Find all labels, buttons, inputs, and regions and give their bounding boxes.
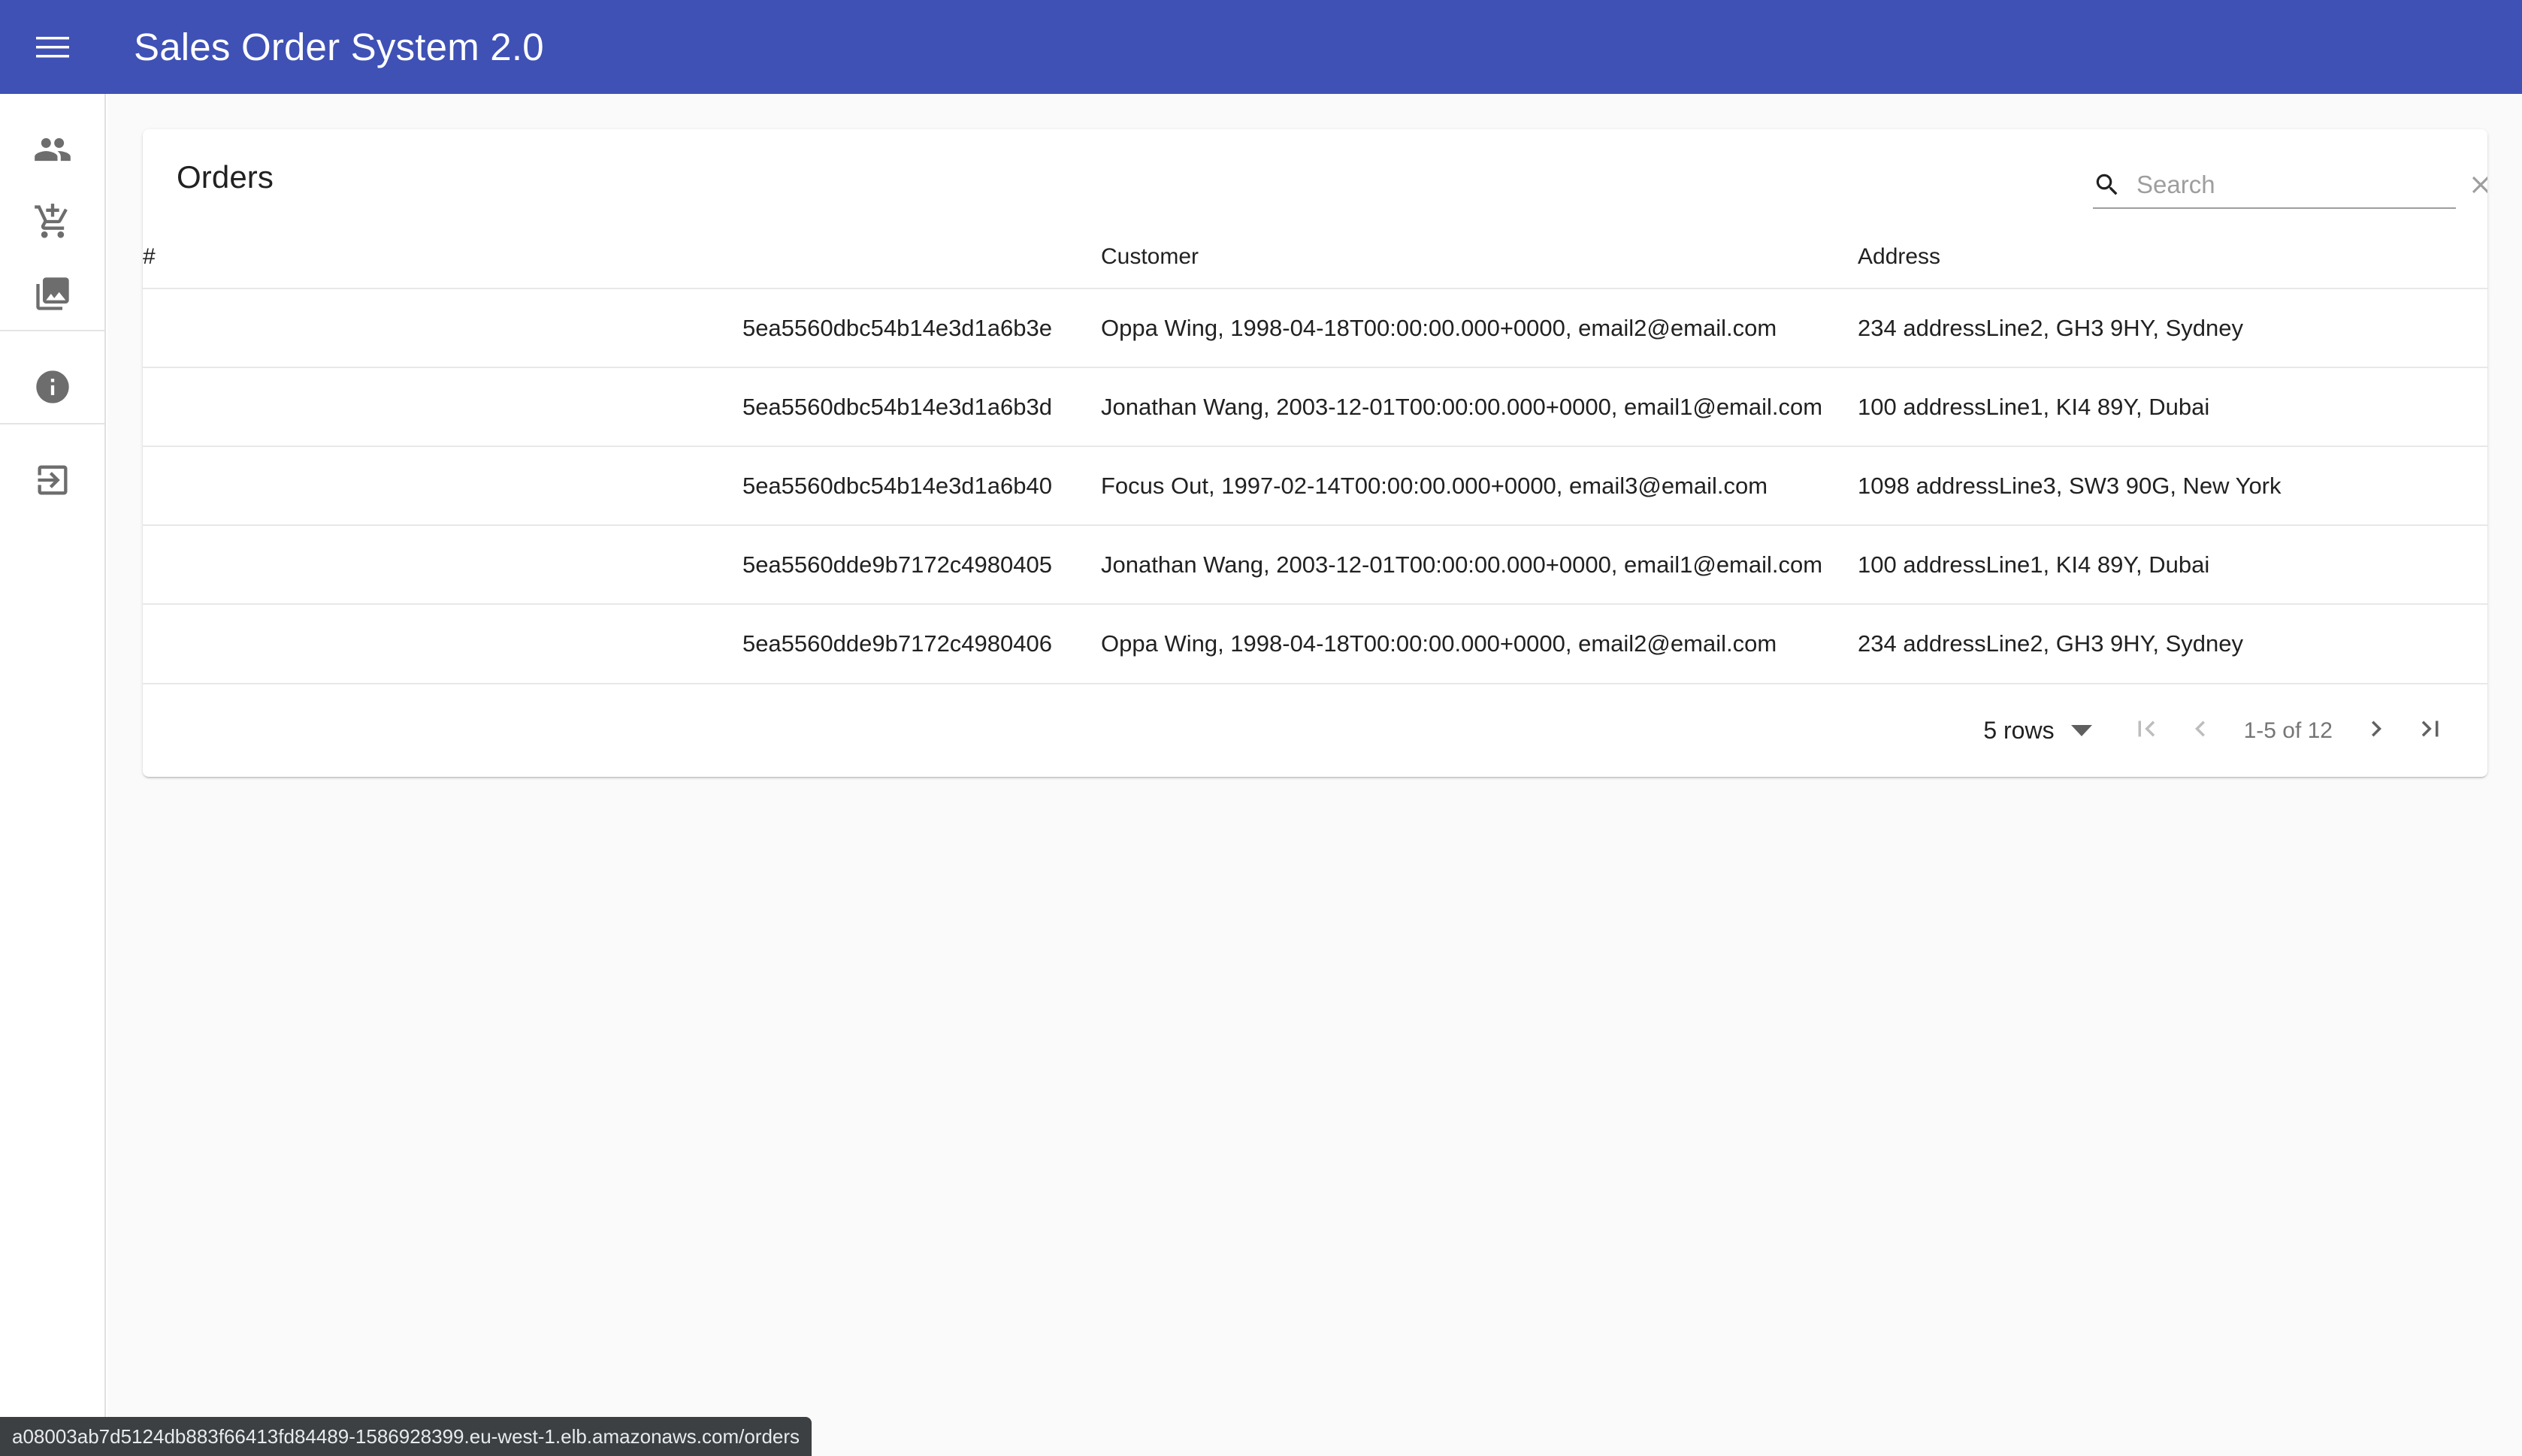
chevron-right-icon (2360, 713, 2392, 748)
next-page-button[interactable] (2349, 704, 2403, 758)
last-page-icon (2415, 713, 2446, 748)
sidebar-item-orders[interactable] (0, 186, 104, 258)
table-pagination: 5 rows 1-5 of 12 (143, 683, 2487, 777)
column-header-id[interactable]: # (143, 225, 1052, 288)
sidebar-item-products[interactable] (0, 258, 104, 330)
sidebar-item-about[interactable] (0, 351, 104, 423)
hamburger-menu-icon (36, 35, 69, 59)
search-field[interactable] (2093, 162, 2456, 209)
column-header-address[interactable]: Address (1830, 225, 2487, 288)
table-row[interactable]: 5ea5560dbc54b14e3d1a6b3d Jonathan Wang, … (143, 367, 2487, 446)
cell-address: 100 addressLine1, KI4 89Y, Dubai (1830, 367, 2487, 446)
orders-card: Orders # Customer (143, 129, 2487, 777)
sidebar-divider (0, 330, 104, 331)
chevron-left-icon (2185, 713, 2216, 748)
table-row[interactable]: 5ea5560dbc54b14e3d1a6b40 Focus Out, 1997… (143, 446, 2487, 525)
search-input[interactable] (2136, 171, 2456, 199)
hamburger-menu-button[interactable] (17, 11, 89, 83)
first-page-icon (2130, 713, 2162, 748)
table-head: # Customer Address (143, 225, 2487, 288)
exit-to-app-icon (33, 461, 72, 500)
cell-address: 234 addressLine2, GH3 9HY, Sydney (1830, 604, 2487, 683)
rows-per-page-select[interactable]: 5 rows (1983, 717, 2091, 745)
cell-id: 5ea5560dde9b7172c4980406 (143, 604, 1052, 683)
photo-library-icon (33, 274, 72, 313)
cell-id: 5ea5560dbc54b14e3d1a6b3e (143, 288, 1052, 367)
sidebar-group-main (0, 113, 104, 330)
table-body: 5ea5560dbc54b14e3d1a6b3e Oppa Wing, 1998… (143, 288, 2487, 683)
search-icon (2093, 171, 2121, 199)
chevron-down-icon (2071, 725, 2092, 736)
table-row[interactable]: 5ea5560dde9b7172c4980406 Oppa Wing, 1998… (143, 604, 2487, 683)
sidebar-item-login[interactable] (0, 444, 104, 516)
close-icon[interactable] (2466, 171, 2487, 199)
orders-table: # Customer Address 5ea5560dbc54b14e3d1a6… (143, 225, 2487, 683)
previous-page-button[interactable] (2173, 704, 2227, 758)
table-row[interactable]: 5ea5560dde9b7172c4980405 Jonathan Wang, … (143, 525, 2487, 604)
cell-address: 100 addressLine1, KI4 89Y, Dubai (1830, 525, 2487, 604)
cell-customer: Jonathan Wang, 2003-12-01T00:00:00.000+0… (1052, 525, 1830, 604)
column-header-customer[interactable]: Customer (1052, 225, 1830, 288)
cell-address: 234 addressLine2, GH3 9HY, Sydney (1830, 288, 2487, 367)
card-title: Orders (177, 159, 274, 195)
card-toolbar: Orders (143, 129, 2487, 225)
cell-customer: Jonathan Wang, 2003-12-01T00:00:00.000+0… (1052, 367, 1830, 446)
first-page-button[interactable] (2119, 704, 2173, 758)
sidebar-item-customers[interactable] (0, 113, 104, 186)
page-title: Sales Order System 2.0 (134, 25, 544, 69)
sidebar-group-session (0, 444, 104, 516)
sidebar-divider (0, 423, 104, 424)
cell-customer: Oppa Wing, 1998-04-18T00:00:00.000+0000,… (1052, 288, 1830, 367)
status-bar-url: a08003ab7d5124db883f66413fd84489-1586928… (0, 1417, 812, 1456)
cell-customer: Oppa Wing, 1998-04-18T00:00:00.000+0000,… (1052, 604, 1830, 683)
rows-per-page-label: 5 rows (1983, 717, 2054, 745)
cell-id: 5ea5560dbc54b14e3d1a6b3d (143, 367, 1052, 446)
table-header-row: # Customer Address (143, 225, 2487, 288)
sidebar (0, 94, 106, 1456)
cell-id: 5ea5560dde9b7172c4980405 (143, 525, 1052, 604)
app-bar: Sales Order System 2.0 (0, 0, 2522, 94)
main-content: Orders # Customer (107, 94, 2522, 1456)
last-page-button[interactable] (2403, 704, 2457, 758)
cell-id: 5ea5560dbc54b14e3d1a6b40 (143, 446, 1052, 525)
pagination-range-label: 1-5 of 12 (2244, 718, 2333, 744)
cell-address: 1098 addressLine3, SW3 90G, New York (1830, 446, 2487, 525)
add-shopping-cart-icon (33, 202, 72, 241)
table-row[interactable]: 5ea5560dbc54b14e3d1a6b3e Oppa Wing, 1998… (143, 288, 2487, 367)
people-icon (33, 130, 72, 169)
sidebar-group-info (0, 351, 104, 423)
cell-customer: Focus Out, 1997-02-14T00:00:00.000+0000,… (1052, 446, 1830, 525)
info-icon (33, 367, 72, 406)
